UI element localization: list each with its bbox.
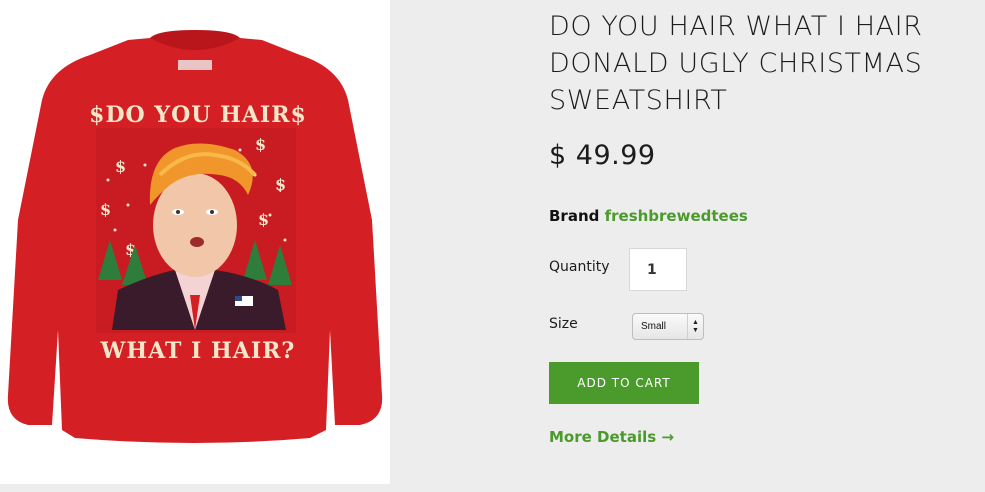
product-price: $ 49.99 (549, 140, 656, 171)
svg-text:$: $ (255, 135, 266, 154)
brand-label: Brand (549, 207, 605, 225)
svg-text:$: $ (258, 210, 269, 229)
more-details-link[interactable]: More Details → (549, 428, 674, 446)
size-select[interactable]: Small ▲ ▼ (632, 313, 704, 340)
product-title-line: DONALD UGLY CHRISTMAS (549, 48, 923, 79)
product-image-panel: $ $ $ $ $ $ $DO YOU HAIR$ WHAT I HAIR? (0, 0, 390, 484)
sweater-text-top: $DO YOU HAIR$ (89, 102, 307, 128)
product-image[interactable]: $$$ $$$ $DO YOU HAIR$ WHAT I HAIR? (0, 0, 390, 484)
product-title-line: SWEATSHIRT (549, 85, 728, 116)
product-title-line: DO YOU HAIR WHAT I HAIR (549, 11, 923, 42)
brand-row: Brand freshbrewedtees (549, 207, 748, 225)
size-select-value: Small (641, 321, 667, 332)
quantity-label: Quantity (549, 259, 610, 275)
size-label: Size (549, 316, 578, 332)
brand-link[interactable]: freshbrewedtees (605, 207, 748, 225)
svg-text:$: $ (275, 175, 286, 194)
product-title: DO YOU HAIR WHAT I HAIR DONALD UGLY CHRI… (549, 8, 979, 119)
sweater-text-bottom: WHAT I HAIR? (100, 338, 296, 364)
select-arrows-icon: ▲ ▼ (687, 314, 703, 339)
svg-text:$: $ (100, 200, 111, 219)
quantity-input[interactable] (629, 248, 687, 291)
add-to-cart-button[interactable]: ADD TO CART (549, 362, 699, 404)
svg-text:$: $ (115, 157, 126, 176)
